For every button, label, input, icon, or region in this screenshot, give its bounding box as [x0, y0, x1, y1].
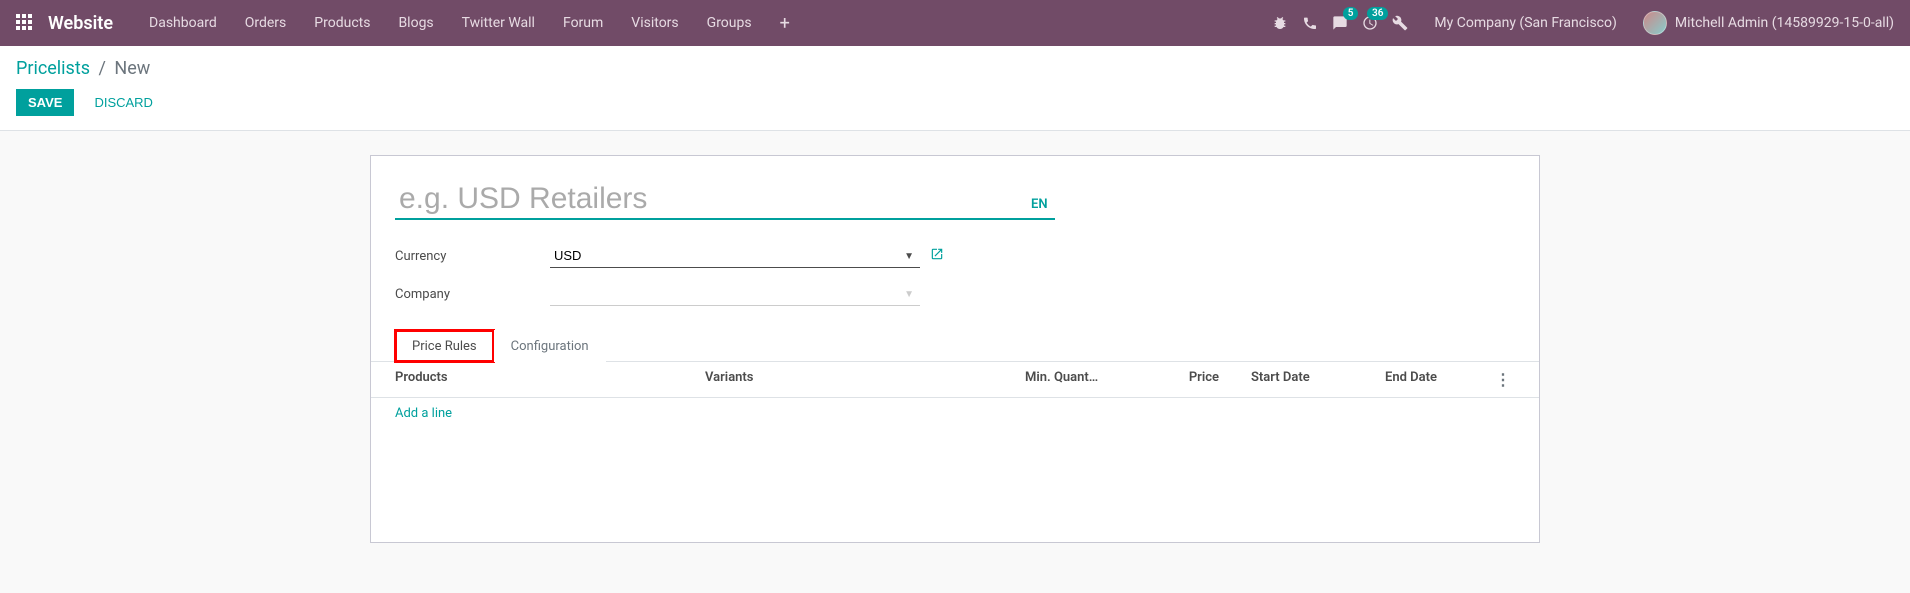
bug-icon[interactable] — [1272, 15, 1288, 31]
th-min-quantity: Min. Quant… — [1025, 370, 1175, 389]
tab-price-rules[interactable]: Price Rules — [395, 330, 494, 362]
user-name-label: Mitchell Admin (14589929-15-0-all) — [1675, 15, 1894, 31]
th-products: Products — [395, 370, 705, 389]
save-button[interactable]: Save — [16, 89, 74, 116]
nav-blogs[interactable]: Blogs — [386, 7, 445, 39]
field-group: Currency ▼ Company ▼ — [395, 244, 1515, 306]
activities-icon[interactable]: 36 — [1362, 15, 1378, 31]
th-variants: Variants — [705, 370, 1025, 389]
apps-icon[interactable] — [16, 14, 34, 32]
external-link-icon[interactable] — [930, 247, 944, 265]
nav-orders[interactable]: Orders — [233, 7, 299, 39]
company-input[interactable] — [550, 282, 920, 306]
nav-groups[interactable]: Groups — [695, 7, 764, 39]
add-line-link[interactable]: Add a line — [395, 406, 452, 421]
breadcrumb-sep: / — [99, 58, 106, 79]
pricelist-name-input[interactable] — [395, 180, 1055, 220]
price-rules-table: Products Variants Min. Quant… Price Star… — [371, 362, 1539, 518]
cp-buttons: Save Discard — [16, 89, 1894, 116]
table-header: Products Variants Min. Quant… Price Star… — [371, 362, 1539, 398]
phone-icon[interactable] — [1302, 15, 1318, 31]
table-body: Add a line — [371, 398, 1539, 518]
nav-twitter-wall[interactable]: Twitter Wall — [450, 7, 547, 39]
avatar — [1643, 11, 1667, 35]
form-container: EN Currency ▼ Company ▼ — [0, 131, 1910, 567]
nav-menu: Dashboard Orders Products Blogs Twitter … — [137, 7, 1272, 39]
nav-dashboard[interactable]: Dashboard — [137, 7, 229, 39]
form-sheet: EN Currency ▼ Company ▼ — [370, 155, 1540, 543]
currency-input[interactable] — [550, 244, 920, 268]
translate-button[interactable]: EN — [1031, 197, 1048, 212]
breadcrumb-current: New — [114, 58, 150, 79]
tabs: Price Rules Configuration — [371, 330, 1539, 362]
th-price: Price — [1175, 370, 1235, 389]
kebab-icon[interactable]: ⋮ — [1495, 370, 1515, 389]
nav-products[interactable]: Products — [302, 7, 382, 39]
control-panel: Pricelists / New Save Discard — [0, 46, 1910, 131]
main-navbar: Website Dashboard Orders Products Blogs … — [0, 0, 1910, 46]
nav-visitors[interactable]: Visitors — [619, 7, 690, 39]
company-input-wrap: ▼ — [550, 282, 920, 306]
app-brand[interactable]: Website — [48, 13, 113, 34]
nav-right: 5 36 My Company (San Francisco) Mitchell… — [1272, 11, 1894, 35]
discard-button[interactable]: Discard — [82, 89, 165, 116]
company-row: Company ▼ — [395, 282, 1515, 306]
currency-input-wrap: ▼ — [550, 244, 920, 268]
breadcrumb: Pricelists / New — [16, 58, 1894, 79]
tab-configuration[interactable]: Configuration — [494, 330, 606, 362]
messages-badge: 5 — [1343, 7, 1359, 20]
title-row: EN — [395, 180, 1515, 220]
th-end-date: End Date — [1385, 370, 1495, 389]
currency-label: Currency — [395, 249, 550, 264]
tools-icon[interactable] — [1392, 15, 1408, 31]
activities-badge: 36 — [1367, 7, 1388, 20]
company-switcher[interactable]: My Company (San Francisco) — [1422, 15, 1628, 31]
nav-add-menu[interactable]: + — [768, 9, 802, 38]
breadcrumb-parent[interactable]: Pricelists — [16, 58, 90, 79]
currency-row: Currency ▼ — [395, 244, 1515, 268]
nav-forum[interactable]: Forum — [551, 7, 615, 39]
company-label: Company — [395, 287, 550, 302]
user-menu[interactable]: Mitchell Admin (14589929-15-0-all) — [1643, 11, 1894, 35]
th-start-date: Start Date — [1235, 370, 1385, 389]
messages-icon[interactable]: 5 — [1332, 15, 1348, 31]
